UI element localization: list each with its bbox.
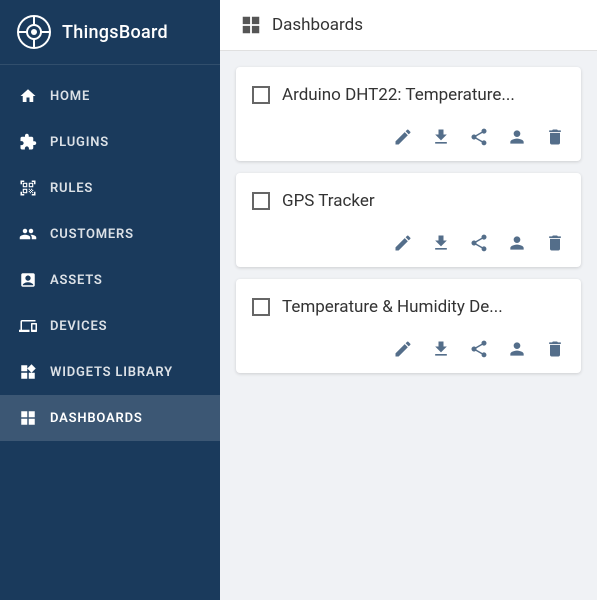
card-2-title: GPS Tracker — [282, 191, 375, 211]
widgets-icon — [18, 362, 38, 382]
sidebar-label-rules: RULES — [50, 181, 93, 196]
card-3-top: Temperature & Humidity De... — [236, 279, 581, 331]
logo-icon — [16, 14, 52, 50]
card-2-edit-button[interactable] — [393, 233, 413, 253]
card-3-assign-button[interactable] — [507, 339, 527, 359]
card-3-title: Temperature & Humidity De... — [282, 297, 503, 317]
dashboard-card-2: GPS Tracker — [236, 173, 581, 267]
card-2-share-button[interactable] — [469, 233, 489, 253]
card-3-delete-button[interactable] — [545, 339, 565, 359]
plugins-icon — [18, 132, 38, 152]
assets-icon — [18, 270, 38, 290]
sidebar-label-widgets-library: WIDGETS LIBRARY — [50, 365, 173, 380]
card-1-assign-button[interactable] — [507, 127, 527, 147]
card-1-delete-button[interactable] — [545, 127, 565, 147]
card-1-checkbox[interactable] — [252, 86, 270, 104]
dashboards-header-icon — [240, 14, 262, 36]
main-header-title: Dashboards — [272, 15, 363, 35]
card-2-top: GPS Tracker — [236, 173, 581, 225]
sidebar: ThingsBoard HOME PLUGINS — [0, 0, 220, 600]
card-1-edit-button[interactable] — [393, 127, 413, 147]
card-3-edit-button[interactable] — [393, 339, 413, 359]
card-2-actions — [236, 225, 581, 267]
sidebar-label-customers: CUSTOMERS — [50, 227, 134, 242]
sidebar-label-home: HOME — [50, 89, 90, 104]
sidebar-item-dashboards[interactable]: DASHBOARDS — [0, 395, 220, 441]
dashboards-icon — [18, 408, 38, 428]
dashboards-list: Arduino DHT22: Temperature... — [220, 51, 597, 600]
sidebar-item-rules[interactable]: RULES — [0, 165, 220, 211]
sidebar-item-customers[interactable]: CUSTOMERS — [0, 211, 220, 257]
card-3-download-button[interactable] — [431, 339, 451, 359]
card-2-download-button[interactable] — [431, 233, 451, 253]
sidebar-label-devices: DEVICES — [50, 319, 107, 334]
main-content-area: Dashboards Arduino DHT22: Temperature... — [220, 0, 597, 600]
sidebar-item-widgets-library[interactable]: WIDGETS LIBRARY — [0, 349, 220, 395]
card-2-checkbox[interactable] — [252, 192, 270, 210]
card-1-title: Arduino DHT22: Temperature... — [282, 85, 515, 105]
app-logo[interactable]: ThingsBoard — [0, 0, 220, 65]
devices-icon — [18, 316, 38, 336]
customers-icon — [18, 224, 38, 244]
sidebar-item-plugins[interactable]: PLUGINS — [0, 119, 220, 165]
main-header: Dashboards — [220, 0, 597, 51]
sidebar-item-devices[interactable]: DEVICES — [0, 303, 220, 349]
card-1-actions — [236, 119, 581, 161]
sidebar-item-home[interactable]: HOME — [0, 73, 220, 119]
card-3-checkbox[interactable] — [252, 298, 270, 316]
card-3-share-button[interactable] — [469, 339, 489, 359]
card-2-delete-button[interactable] — [545, 233, 565, 253]
rules-icon — [18, 178, 38, 198]
card-2-assign-button[interactable] — [507, 233, 527, 253]
card-3-actions — [236, 331, 581, 373]
sidebar-label-plugins: PLUGINS — [50, 135, 109, 150]
app-name: ThingsBoard — [62, 22, 168, 43]
sidebar-item-assets[interactable]: ASSETS — [0, 257, 220, 303]
home-icon — [18, 86, 38, 106]
sidebar-nav: HOME PLUGINS RULES — [0, 65, 220, 441]
dashboard-card-3: Temperature & Humidity De... — [236, 279, 581, 373]
dashboard-card-1: Arduino DHT22: Temperature... — [236, 67, 581, 161]
sidebar-label-assets: ASSETS — [50, 273, 103, 288]
card-1-share-button[interactable] — [469, 127, 489, 147]
sidebar-label-dashboards: DASHBOARDS — [50, 411, 143, 426]
card-1-top: Arduino DHT22: Temperature... — [236, 67, 581, 119]
card-1-download-button[interactable] — [431, 127, 451, 147]
